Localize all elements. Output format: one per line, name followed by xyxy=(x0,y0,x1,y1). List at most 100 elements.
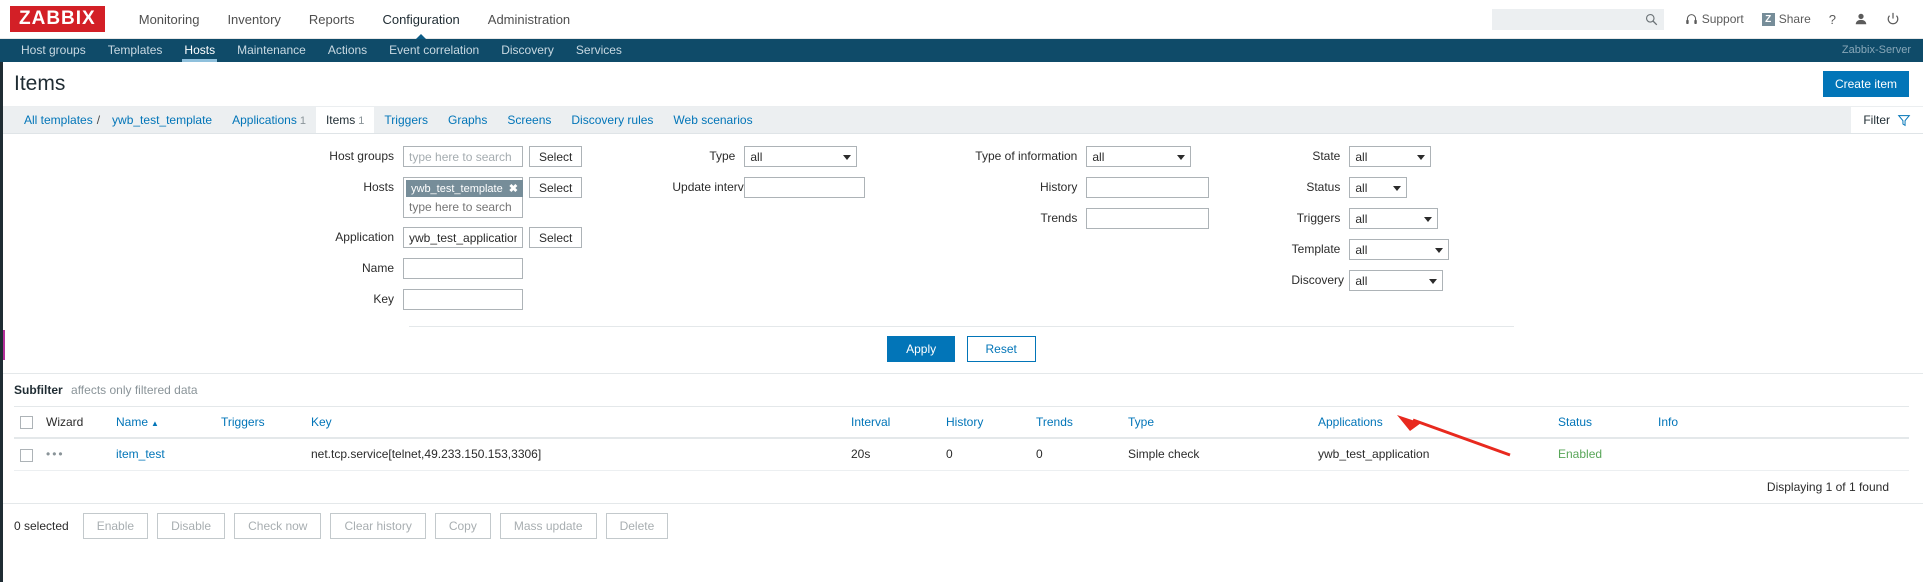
item-name-link[interactable]: item_test xyxy=(116,447,165,461)
hosts-multiselect[interactable]: ywb_test_template ✖ xyxy=(403,177,523,218)
filter-grid: Host groups Select Hosts ywb_test_templa… xyxy=(0,146,1923,320)
filter-icon xyxy=(1897,114,1911,126)
application-input[interactable] xyxy=(403,227,523,248)
user-profile-icon[interactable] xyxy=(1845,12,1877,26)
status-badge[interactable]: Enabled xyxy=(1558,447,1602,461)
subnav-templates[interactable]: Templates xyxy=(97,39,174,62)
reset-button[interactable]: Reset xyxy=(966,336,1036,362)
col-interval[interactable]: Interval xyxy=(845,406,940,440)
tab-discovery-rules[interactable]: Discovery rules xyxy=(561,107,663,133)
tab-items[interactable]: Items 1 xyxy=(315,107,375,133)
items-table-head: Wizard Name ▲ Triggers Key Interval Histo… xyxy=(14,406,1909,440)
table-footer-actions: 0 selected Enable Disable Check now Clea… xyxy=(0,502,1923,548)
row-wizard-cell: ••• xyxy=(40,438,110,471)
support-link[interactable]: Support xyxy=(1676,12,1753,26)
nav-reports[interactable]: Reports xyxy=(295,0,369,39)
hosts-chip-remove-icon[interactable]: ✖ xyxy=(509,182,518,195)
col-triggers[interactable]: Triggers xyxy=(215,406,305,440)
application-select-button[interactable]: Select xyxy=(529,227,583,248)
subnav-event-correlation[interactable]: Event correlation xyxy=(378,39,490,62)
label-discovery: Discovery xyxy=(1291,273,1345,287)
help-icon[interactable]: ? xyxy=(1820,12,1845,27)
host-groups-input[interactable] xyxy=(403,146,523,167)
filter-row-application: Application Select xyxy=(310,227,583,249)
check-now-button[interactable]: Check now xyxy=(234,512,322,539)
col-type[interactable]: Type xyxy=(1122,406,1312,440)
global-search[interactable] xyxy=(1491,8,1664,30)
support-label: Support xyxy=(1701,12,1744,26)
filter-row-discovery: Discovery all xyxy=(1291,270,1449,292)
nav-configuration[interactable]: Configuration xyxy=(368,0,473,40)
hosts-input[interactable] xyxy=(406,197,520,216)
breadcrumb-separator: / xyxy=(96,113,101,127)
zabbix-logo[interactable]: ZABBIX xyxy=(10,6,105,32)
col-trends[interactable]: Trends xyxy=(1030,406,1122,440)
selected-count: 0 selected xyxy=(14,518,69,533)
filter-panel: Host groups Select Hosts ywb_test_templa… xyxy=(0,134,1923,374)
tab-triggers[interactable]: Triggers xyxy=(374,107,438,133)
tab-graphs[interactable]: Graphs xyxy=(438,107,497,133)
col-name[interactable]: Name ▲ xyxy=(110,406,215,440)
tab-screens[interactable]: Screens xyxy=(497,107,561,133)
type-of-information-select[interactable]: all xyxy=(1086,146,1192,167)
col-status[interactable]: Status xyxy=(1552,406,1652,440)
subnav-maintenance[interactable]: Maintenance xyxy=(226,39,317,62)
share-link[interactable]: Z Share xyxy=(1753,12,1820,26)
nav-inventory[interactable]: Inventory xyxy=(213,0,294,39)
breadcrumb-all-templates[interactable]: All templates xyxy=(14,107,95,133)
col-select-all xyxy=(14,406,40,440)
col-info[interactable]: Info xyxy=(1652,406,1909,440)
col-key[interactable]: Key xyxy=(305,406,845,440)
label-type: Type xyxy=(709,149,736,163)
select-all-checkbox[interactable] xyxy=(20,416,33,430)
trends-input[interactable] xyxy=(1086,208,1210,229)
subnav-hosts[interactable]: Hosts xyxy=(173,39,226,62)
power-icon xyxy=(1887,12,1899,25)
clear-history-button[interactable]: Clear history xyxy=(330,512,426,539)
user-icon xyxy=(1855,13,1867,25)
hosts-chip[interactable]: ywb_test_template ✖ xyxy=(406,180,523,197)
subnav-services[interactable]: Services xyxy=(565,39,633,62)
status-select[interactable]: all xyxy=(1349,177,1408,198)
filter-column-2: Type all Update interval xyxy=(672,146,866,320)
disable-button[interactable]: Disable xyxy=(157,512,226,539)
key-input[interactable] xyxy=(403,289,523,310)
subnav-actions[interactable]: Actions xyxy=(317,39,378,62)
col-applications[interactable]: Applications xyxy=(1312,406,1552,440)
state-select[interactable]: all xyxy=(1349,146,1432,167)
search-input[interactable] xyxy=(1492,9,1663,29)
nav-administration[interactable]: Administration xyxy=(474,0,584,39)
update-interval-input[interactable] xyxy=(744,177,866,198)
tab-applications[interactable]: Applications 1 xyxy=(222,107,316,133)
share-label: Share xyxy=(1778,12,1811,26)
subnav-discovery[interactable]: Discovery xyxy=(490,39,565,62)
history-input[interactable] xyxy=(1086,177,1210,198)
discovery-select[interactable]: all xyxy=(1349,270,1444,291)
breadcrumb-template-name[interactable]: ywb_test_template xyxy=(102,107,222,133)
delete-button[interactable]: Delete xyxy=(605,512,669,539)
mass-update-button[interactable]: Mass update xyxy=(499,512,597,539)
label-name: Name xyxy=(361,261,394,275)
copy-button[interactable]: Copy xyxy=(434,512,491,539)
name-input[interactable] xyxy=(403,258,523,279)
enable-button[interactable]: Enable xyxy=(82,512,149,539)
filter-row-host-groups: Host groups Select xyxy=(310,146,583,168)
col-history[interactable]: History xyxy=(940,406,1030,440)
sign-out-icon[interactable] xyxy=(1877,12,1909,26)
host-groups-select-button[interactable]: Select xyxy=(529,146,583,167)
wizard-menu-icon[interactable]: ••• xyxy=(46,447,65,461)
filter-toggle-button[interactable]: Filter xyxy=(1851,107,1923,133)
apply-button[interactable]: Apply xyxy=(887,336,956,362)
row-checkbox[interactable] xyxy=(20,448,33,462)
nav-monitoring[interactable]: Monitoring xyxy=(125,0,214,39)
discovery-select-wrap: all xyxy=(1349,270,1444,291)
triggers-select[interactable]: all xyxy=(1349,208,1439,229)
template-select[interactable]: all xyxy=(1349,239,1450,260)
state-select-wrap: all xyxy=(1349,146,1432,167)
subnav-host-groups[interactable]: Host groups xyxy=(10,39,97,62)
tab-web-scenarios[interactable]: Web scenarios xyxy=(663,107,762,133)
row-select-cell xyxy=(14,438,40,471)
hosts-select-button[interactable]: Select xyxy=(529,177,583,198)
create-item-button[interactable]: Create item xyxy=(1822,71,1909,97)
type-select[interactable]: all xyxy=(744,146,858,167)
